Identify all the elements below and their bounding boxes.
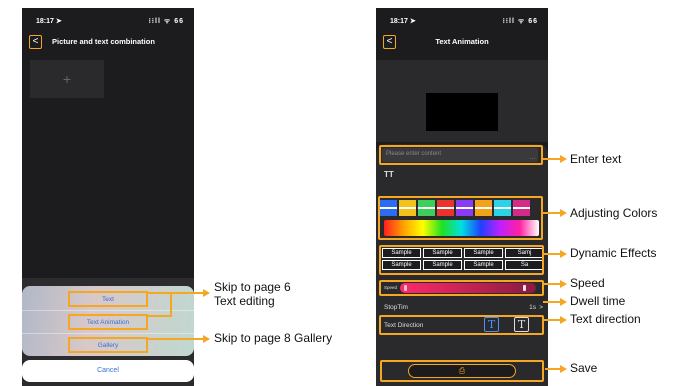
phone-screen-left: 18:17 ➤ ⁝⁝ll ᯤ 66 < Picture and text com… — [22, 8, 194, 386]
highlight-enter-text — [379, 145, 543, 165]
arrow-head — [203, 335, 210, 343]
callout-dwell-time: Dwell time — [570, 294, 626, 308]
status-icons: ⁝⁝ll ᯤ 66 — [502, 18, 538, 25]
page-title: Picture and text combination — [52, 37, 155, 46]
back-button[interactable]: < — [29, 35, 42, 49]
callout-text-direction: Text direction — [570, 312, 641, 326]
arrow-line — [543, 158, 561, 160]
arrow-line — [543, 212, 561, 214]
arrow-head — [560, 155, 567, 163]
status-time: 18:17 ➤ — [390, 18, 416, 25]
settings-panel: Please enter content ... TT Sample Sample… — [376, 144, 548, 386]
preview-area — [376, 60, 548, 142]
cancel-button[interactable]: Cancel — [22, 360, 194, 382]
callout-skip-page8: Skip to page 8 Gallery — [214, 331, 333, 345]
arrow-head — [560, 280, 567, 288]
arrow-head — [203, 289, 210, 297]
arrow-head — [560, 250, 567, 258]
font-size-icon[interactable]: TT — [384, 170, 394, 179]
arrow-head — [560, 316, 567, 324]
status-bar: 18:17 ➤ ⁝⁝ll ᯤ 66 — [22, 8, 194, 32]
arrow-line — [545, 368, 561, 370]
arrow-connector — [170, 293, 172, 317]
highlight-effects — [379, 245, 544, 275]
arrow-line — [148, 315, 172, 317]
chevron-right-icon[interactable]: > — [539, 304, 543, 311]
page-title: Text Animation — [435, 37, 489, 46]
arrow-line — [543, 319, 561, 321]
arrow-head — [560, 298, 567, 306]
arrow-head — [560, 365, 567, 373]
callout-adjusting-colors: Adjusting Colors — [570, 206, 658, 220]
callout-enter-text: Enter text — [570, 152, 622, 166]
callout-text-editing: Text editing — [214, 294, 275, 308]
arrow-head — [560, 209, 567, 217]
arrow-line — [543, 283, 561, 285]
add-image-tile[interactable]: + — [30, 60, 104, 98]
highlight-colors — [378, 196, 543, 240]
callout-speed: Speed — [570, 276, 605, 290]
stoptime-label: StopTim — [384, 304, 408, 311]
highlight-speed — [379, 280, 544, 296]
arrow-line — [148, 338, 204, 340]
status-time: 18:17 ➤ — [36, 18, 62, 25]
status-bar: 18:17 ➤ ⁝⁝ll ᯤ 66 — [376, 8, 548, 32]
callout-save: Save — [570, 361, 598, 375]
callout-dynamic-effects: Dynamic Effects — [570, 246, 657, 260]
stoptime-value[interactable]: 1s — [529, 304, 536, 311]
phone-screen-right: 18:17 ➤ ⁝⁝ll ᯤ 66 < Text Animation Pleas… — [376, 8, 548, 386]
callout-skip-page6: Skip to page 6 — [214, 280, 291, 294]
arrow-line — [543, 253, 561, 255]
action-sheet: Text Text Animation Gallery — [22, 286, 194, 356]
status-icons: ⁝⁝ll ᯤ 66 — [148, 18, 184, 25]
highlight-save — [380, 360, 544, 382]
arrow-line — [148, 292, 204, 294]
led-preview — [426, 93, 498, 131]
highlight-direction — [379, 315, 544, 335]
arrow-line — [543, 301, 561, 303]
